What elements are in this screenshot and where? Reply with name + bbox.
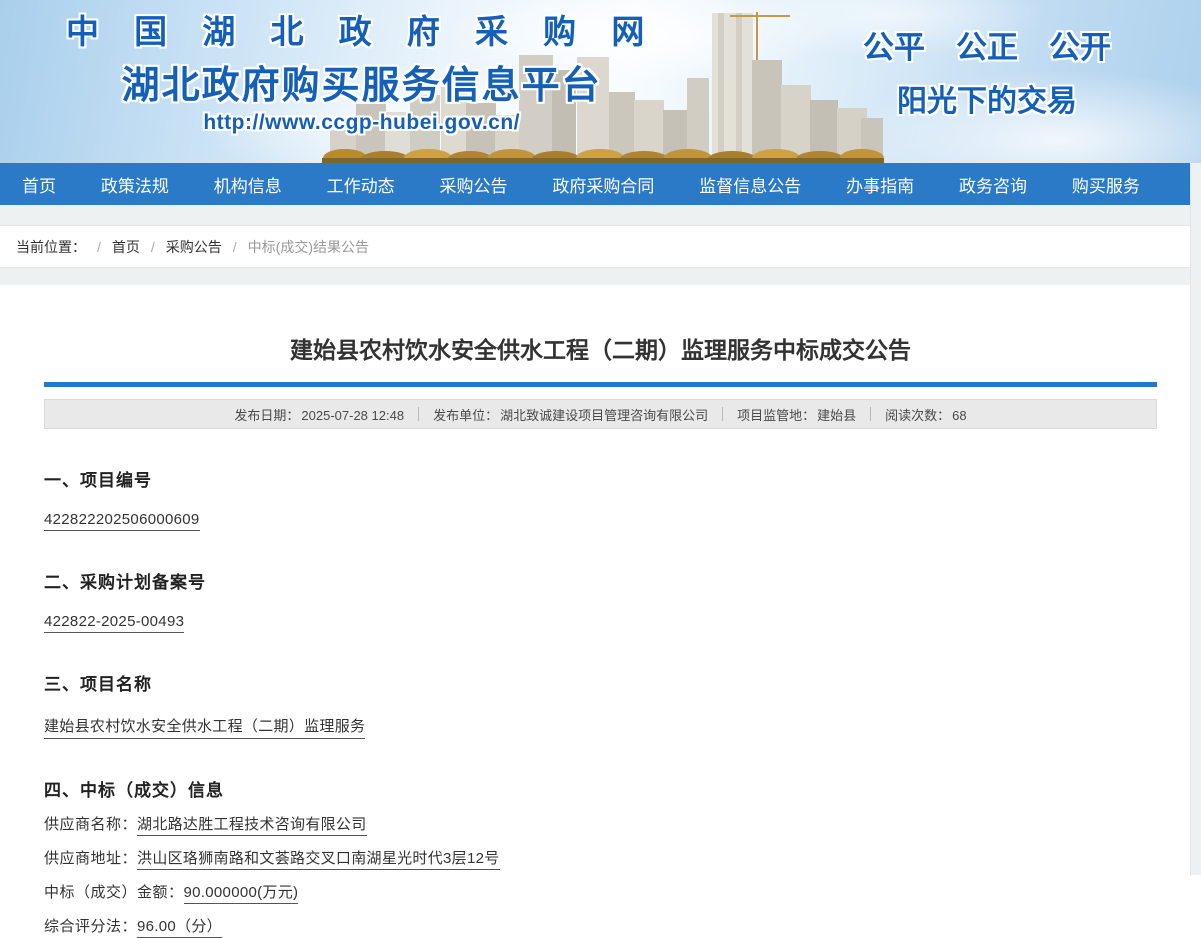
scrollbar-track[interactable] — [1190, 163, 1201, 875]
project-name-value: 建始县农村饮水安全供水工程（二期）监理服务 — [44, 715, 366, 739]
supplier-address-row: 供应商地址：洪山区珞狮南路和文荟路交叉口南湖星光时代3层12号 — [44, 848, 1157, 870]
meta-publish-unit: 发布单位： 湖北致诚建设项目管理咨询有限公司 — [433, 407, 709, 423]
supplier-name-value: 湖北路达胜工程技术咨询有限公司 — [137, 816, 367, 836]
meta-divider — [870, 407, 872, 421]
nav-item-gov-contracts[interactable]: 政府采购合同 — [552, 172, 654, 197]
nav-item-buy-services[interactable]: 购买服务 — [1072, 172, 1140, 197]
score-value: 96.00（分） — [137, 918, 222, 938]
nav-item-policies[interactable]: 政策法规 — [101, 172, 169, 197]
meta-publish-date: 发布日期： 2025-07-28 12:48 — [234, 407, 405, 423]
site-url: http://www.ccgp-hubei.gov.cn/ — [203, 111, 520, 134]
site-header-banner: 中 国 湖 北 政 府 采 购 网 湖北政府购买服务信息平台 http://ww… — [0, 0, 1201, 163]
section-award-info: 四、中标（成交）信息 供应商名称：湖北路达胜工程技术咨询有限公司 供应商地址：洪… — [44, 776, 1157, 938]
meta-divider — [722, 407, 724, 421]
nav-item-procurement-notices[interactable]: 采购公告 — [440, 172, 508, 197]
supplier-name-row: 供应商名称：湖北路达胜工程技术咨询有限公司 — [44, 814, 1157, 836]
breadcrumb-item-procurement-notices[interactable]: 采购公告 — [166, 237, 222, 257]
section-heading: 二、采购计划备案号 — [44, 573, 206, 592]
site-name-line2: 湖北政府购买服务信息平台 — [121, 65, 602, 107]
article-content: 建始县农村饮水安全供水工程（二期）监理服务中标成交公告 发布日期： 2025-07… — [0, 331, 1201, 938]
meta-supervision-region: 项目监管地： 建始县 — [737, 407, 857, 423]
meta-divider — [418, 407, 420, 421]
breadcrumb-item-home[interactable]: 首页 — [112, 237, 140, 257]
plan-record-number-value: 422822-2025-00493 — [44, 613, 185, 633]
nav-item-gov-consult[interactable]: 政务咨询 — [959, 172, 1027, 197]
nav-item-service-guide[interactable]: 办事指南 — [846, 172, 914, 197]
breadcrumb-separator: / — [97, 238, 101, 255]
section-heading: 四、中标（成交）信息 — [44, 781, 224, 800]
supplier-address-value: 洪山区珞狮南路和文荟路交叉口南湖星光时代3层12号 — [137, 850, 500, 870]
divider-strip-bottom — [0, 268, 1190, 285]
site-logo[interactable]: 中 国 湖 北 政 府 采 购 网 湖北政府购买服务信息平台 http://ww… — [66, 5, 657, 135]
breadcrumb-item-current: 中标(成交)结果公告 — [247, 238, 369, 255]
page-title: 建始县农村饮水安全供水工程（二期）监理服务中标成交公告 — [290, 337, 911, 363]
site-name-line1: 中 国 湖 北 政 府 采 购 网 — [66, 13, 658, 50]
breadcrumb-label: 当前位置： — [16, 238, 86, 255]
slogan-line2: 阳光下的交易 — [897, 85, 1077, 118]
nav-item-org-info[interactable]: 机构信息 — [214, 172, 282, 197]
meta-read-count: 阅读次数： 68 — [885, 407, 967, 423]
section-heading: 三、项目名称 — [44, 675, 152, 694]
section-heading: 一、项目编号 — [44, 471, 152, 490]
award-amount-row: 中标（成交）金额：90.000000(万元) — [44, 882, 1157, 904]
section-project-number: 一、项目编号 422822202506000609 — [44, 466, 1157, 531]
article-meta-bar: 发布日期： 2025-07-28 12:48 发布单位： 湖北致诚建设项目管理咨询有… — [44, 399, 1157, 429]
divider-strip-top — [0, 205, 1190, 225]
section-project-name: 三、项目名称 建始县农村饮水安全供水工程（二期）监理服务 — [44, 670, 1157, 739]
title-divider-rule — [44, 382, 1157, 387]
breadcrumb-separator: / — [150, 238, 155, 255]
main-navbar: 首页 政策法规 机构信息 工作动态 采购公告 政府采购合同 监督信息公告 办事指… — [0, 163, 1190, 205]
award-amount-value: 90.000000(万元) — [183, 884, 299, 904]
project-number-value: 422822202506000609 — [44, 511, 200, 531]
breadcrumb: 当前位置： / 首页 / 采购公告 / 中标(成交)结果公告 — [0, 225, 1190, 268]
section-plan-record-number: 二、采购计划备案号 422822-2025-00493 — [44, 568, 1157, 633]
slogan-line1: 公平 公正 公开 — [863, 30, 1111, 65]
nav-item-work-news[interactable]: 工作动态 — [327, 172, 395, 197]
nav-item-supervision-notices[interactable]: 监督信息公告 — [699, 172, 801, 197]
score-row: 综合评分法：96.00（分） — [44, 916, 1157, 938]
nav-item-home[interactable]: 首页 — [22, 172, 56, 197]
site-slogan: 公平 公正 公开 阳光下的交易 — [863, 22, 1111, 120]
award-info-rows: 供应商名称：湖北路达胜工程技术咨询有限公司 供应商地址：洪山区珞狮南路和文荟路交… — [44, 814, 1157, 938]
breadcrumb-separator: / — [232, 238, 237, 255]
